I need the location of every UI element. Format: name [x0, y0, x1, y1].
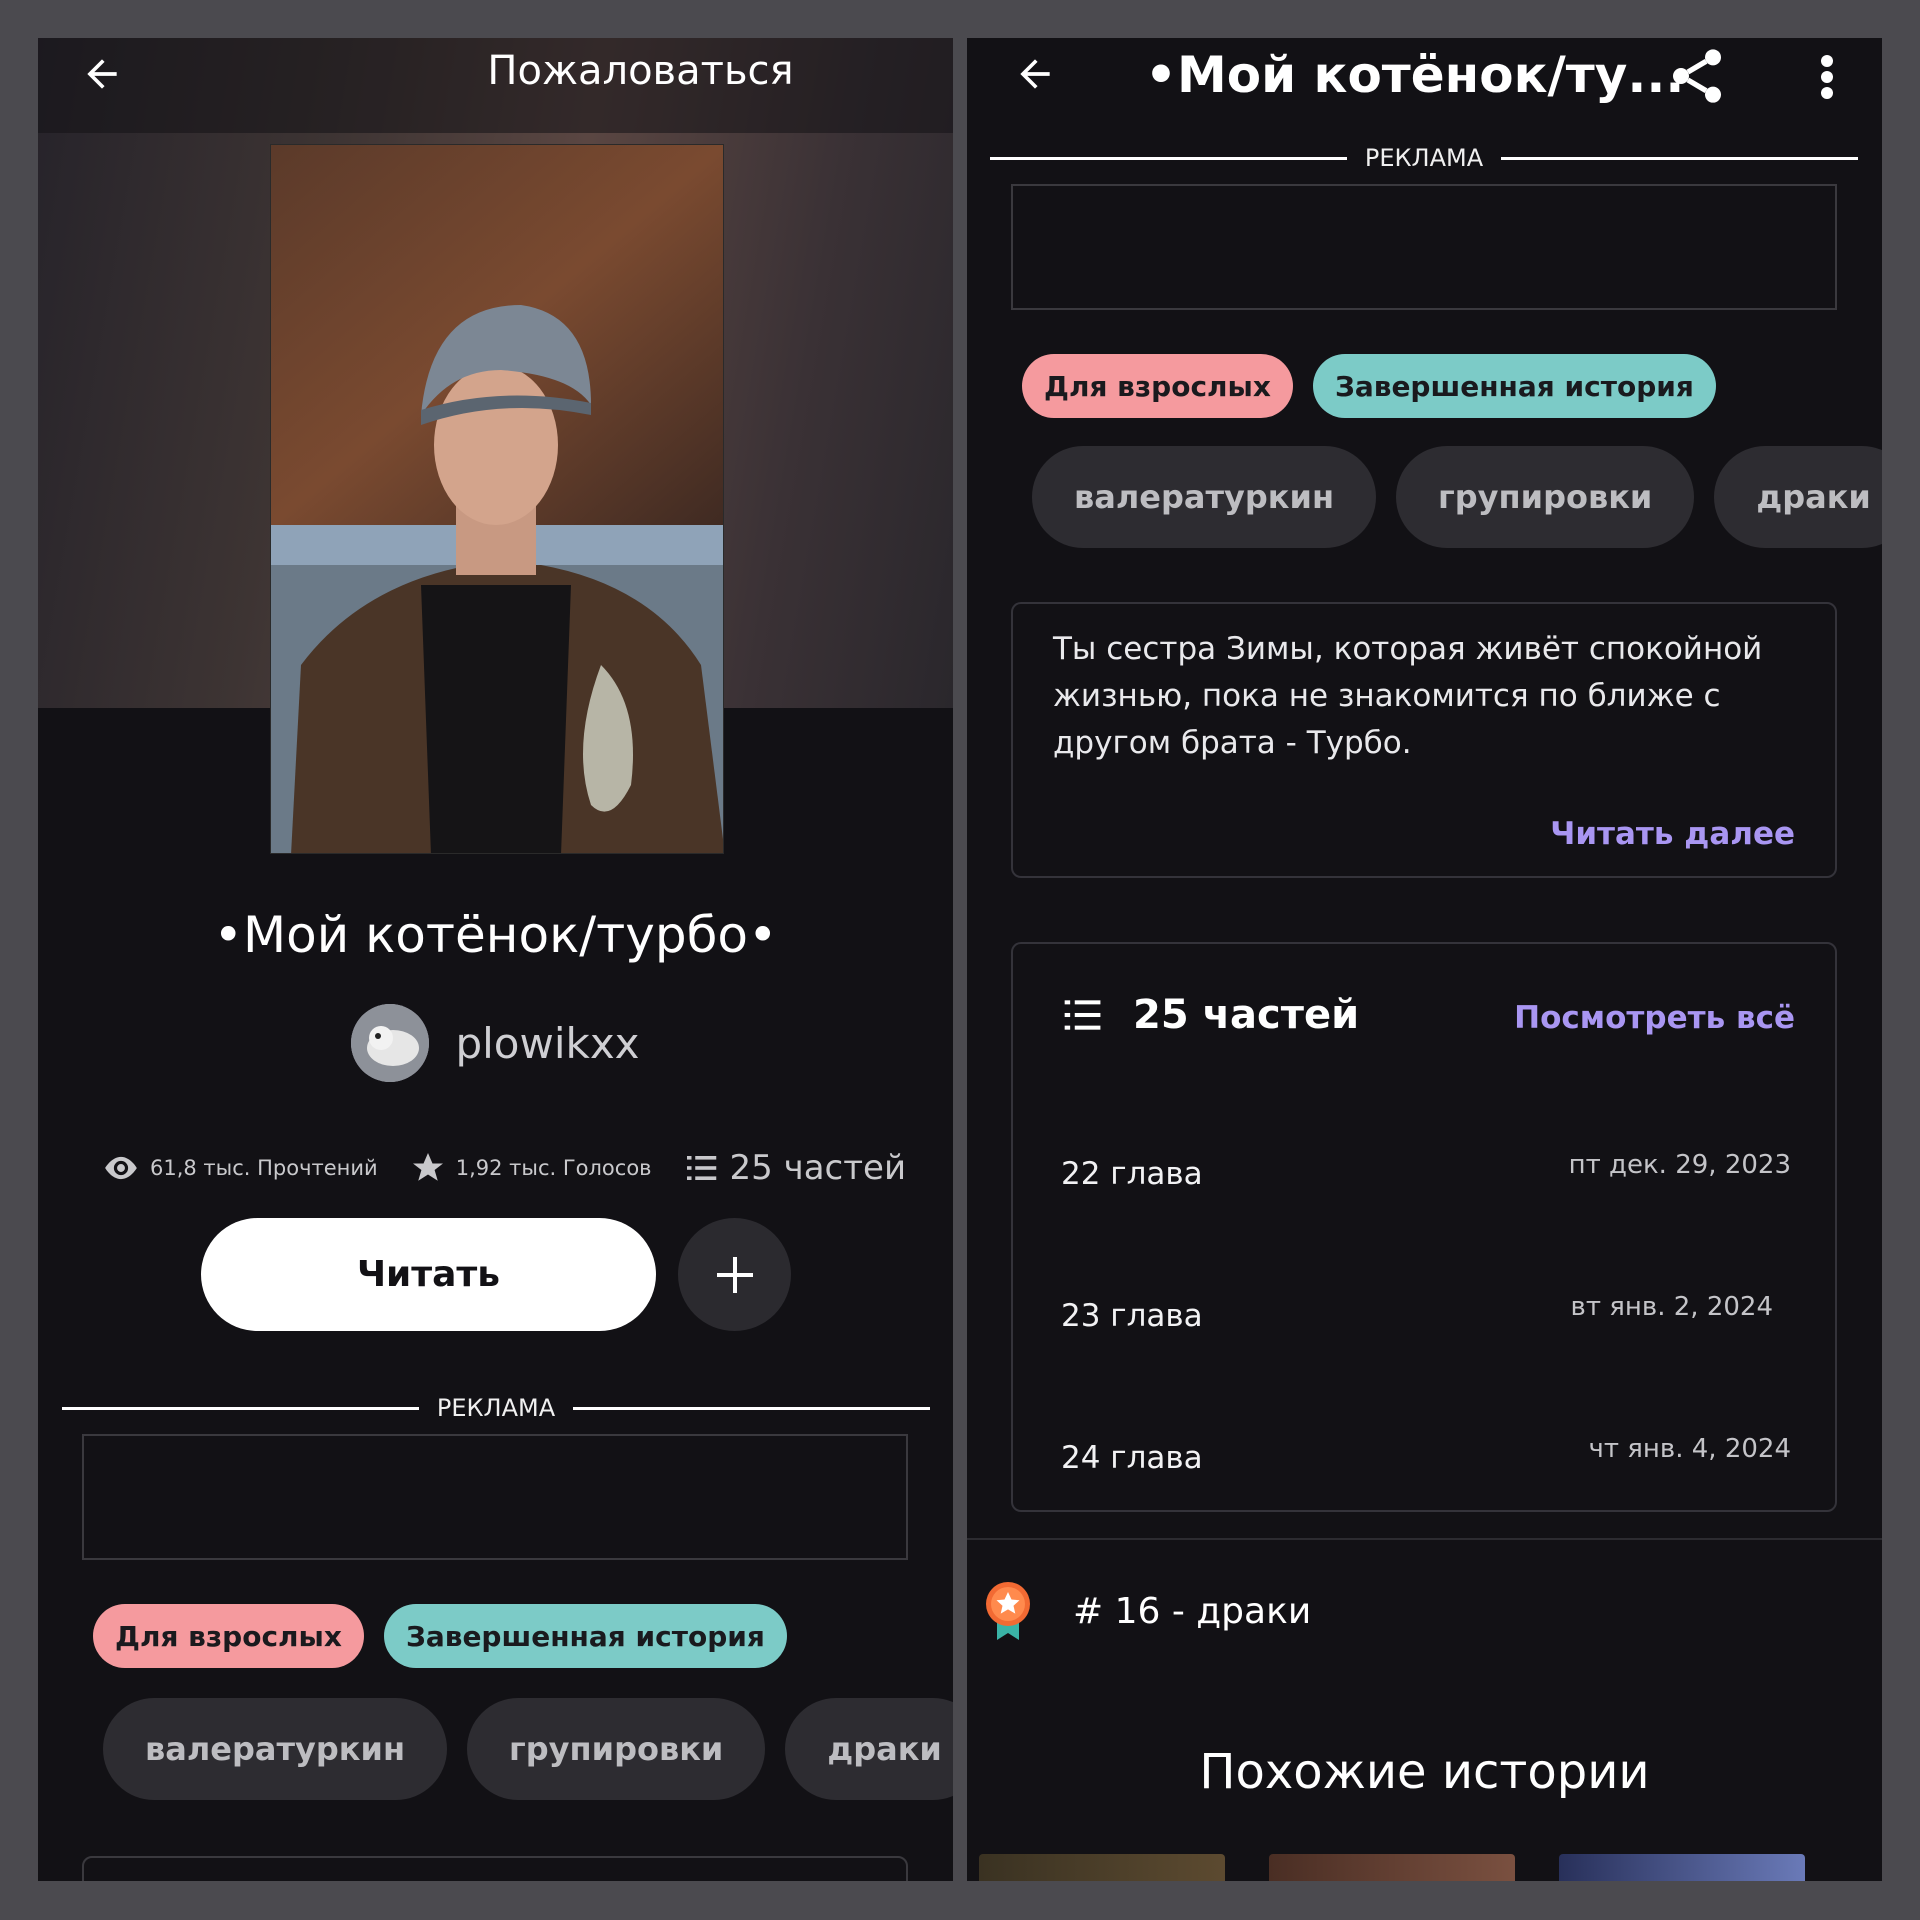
description-card-peek — [82, 1856, 908, 1881]
chapter-title: 24 глава — [1061, 1440, 1203, 1476]
share-icon — [1673, 49, 1721, 103]
chapter-date: чт янв. 4, 2024 — [1588, 1434, 1791, 1464]
story-description: Ты сестра Зимы, которая живёт спокойной … — [1053, 631, 1763, 761]
topic-tags: валературкин групировки драки — [1032, 446, 1882, 548]
story-cover-image[interactable] — [270, 144, 724, 854]
status-tags: Для взрослых Завершенная история — [1022, 354, 1716, 418]
list-icon — [1064, 1000, 1101, 1030]
similar-stories-heading: Похожие истории — [1199, 1744, 1650, 1800]
chapter-date: пт дек. 29, 2023 — [1568, 1150, 1791, 1180]
more-vert-icon — [1821, 55, 1833, 99]
mature-tag[interactable]: Для взрослых — [93, 1604, 364, 1668]
chapter-row[interactable]: 24 глава чт янв. 4, 2024 — [1061, 1422, 1791, 1502]
read-button[interactable]: Читать — [201, 1218, 656, 1331]
description-card: Ты сестра Зимы, которая живёт спокойной … — [1011, 602, 1837, 878]
author-name[interactable]: plowikxx — [455, 1019, 639, 1068]
divider-line — [573, 1406, 931, 1410]
ad-slot[interactable] — [1011, 184, 1837, 310]
topic-tag[interactable]: групировки — [1396, 446, 1695, 548]
table-of-contents-card: 25 частей Посмотреть всё 22 глава пт дек… — [1011, 942, 1837, 1512]
author-row[interactable]: plowikxx — [38, 1004, 953, 1082]
mature-tag[interactable]: Для взрослых — [1022, 354, 1293, 418]
completed-tag[interactable]: Завершенная история — [383, 1604, 787, 1668]
topic-tags: валературкин групировки драки — [103, 1698, 953, 1800]
reads-count: 61,8 тыс. Прочтений — [150, 1156, 378, 1180]
ad-divider: РЕКЛАМА — [62, 1394, 931, 1422]
star-icon — [412, 1153, 443, 1181]
chapter-title: 23 глава — [1061, 1298, 1203, 1334]
award-badge-icon — [986, 1582, 1030, 1640]
top-app-bar: •Мой котёнок/ту... — [967, 38, 1882, 138]
see-all-parts-link[interactable]: Посмотреть всё — [1514, 1000, 1795, 1036]
story-title: •Мой котёнок/турбо• — [213, 906, 778, 964]
similar-story-cover[interactable] — [1559, 1854, 1805, 1881]
similar-story-cover[interactable] — [979, 1854, 1225, 1881]
back-arrow-icon — [1020, 59, 1050, 89]
divider-line — [1501, 156, 1859, 160]
ranking-row[interactable]: # 16 - драки — [983, 1580, 1311, 1642]
ad-slot[interactable] — [82, 1434, 908, 1560]
parts-header: 25 частей — [1061, 992, 1359, 1038]
ranking-text: # 16 - драки — [1073, 1590, 1312, 1632]
report-button[interactable]: Пожаловаться — [38, 48, 953, 94]
parts-stat: 25 частей — [684, 1148, 907, 1188]
divider-line — [62, 1406, 419, 1410]
story-details-panel: Пожаловаться •Мой котёнок/турбо• plowikx… — [38, 38, 953, 1881]
similar-story-cover[interactable] — [1269, 1854, 1515, 1881]
ad-label: РЕКЛАМА — [1364, 144, 1484, 172]
author-avatar[interactable] — [351, 1004, 430, 1082]
chapter-date: вт янв. 2, 2024 — [1570, 1292, 1773, 1322]
chapter-row[interactable]: 23 глава вт янв. 2, 2024 — [1061, 1280, 1791, 1360]
read-more-link[interactable]: Читать далее — [1550, 816, 1795, 852]
parts-count: 25 частей — [1133, 992, 1360, 1038]
cover-illustration — [271, 145, 723, 853]
topic-tag[interactable]: драки — [785, 1698, 953, 1800]
topic-tag[interactable]: групировки — [467, 1698, 766, 1800]
plus-icon — [716, 1256, 753, 1293]
add-to-library-button[interactable] — [678, 1218, 791, 1331]
list-icon — [686, 1156, 716, 1180]
divider-line — [990, 156, 1347, 160]
back-button[interactable] — [1003, 42, 1067, 106]
section-divider — [967, 1538, 1882, 1540]
topic-tag[interactable]: валературкин — [1032, 446, 1377, 548]
ad-divider: РЕКЛАМА — [990, 144, 1859, 172]
chapter-title: 22 глава — [1061, 1156, 1203, 1192]
eye-icon — [105, 1156, 137, 1180]
status-tags: Для взрослых Завершенная история — [93, 1604, 787, 1668]
votes-count: 1,92 тыс. Голосов — [455, 1156, 652, 1180]
reads-stat: 61,8 тыс. Прочтений — [102, 1149, 378, 1187]
topic-tag[interactable]: валературкин — [103, 1698, 448, 1800]
chapter-row[interactable]: 22 глава пт дек. 29, 2023 — [1061, 1138, 1791, 1218]
story-details-scrolled-panel: •Мой котёнок/ту... РЕКЛАМА Для взрослых … — [967, 38, 1882, 1881]
similar-stories-row — [979, 1854, 1805, 1881]
parts-count: 25 частей — [729, 1148, 907, 1188]
story-stats: 61,8 тыс. Прочтений 1,92 тыс. Голосов 25… — [102, 1148, 938, 1188]
topic-tag[interactable]: драки — [1714, 446, 1882, 548]
more-options-button[interactable] — [1802, 42, 1852, 112]
share-button[interactable] — [1657, 38, 1737, 114]
votes-stat: 1,92 тыс. Голосов — [410, 1150, 652, 1186]
completed-tag[interactable]: Завершенная история — [1312, 354, 1716, 418]
page-title: •Мой котёнок/ту... — [1145, 46, 1685, 104]
ad-label: РЕКЛАМА — [436, 1394, 556, 1422]
